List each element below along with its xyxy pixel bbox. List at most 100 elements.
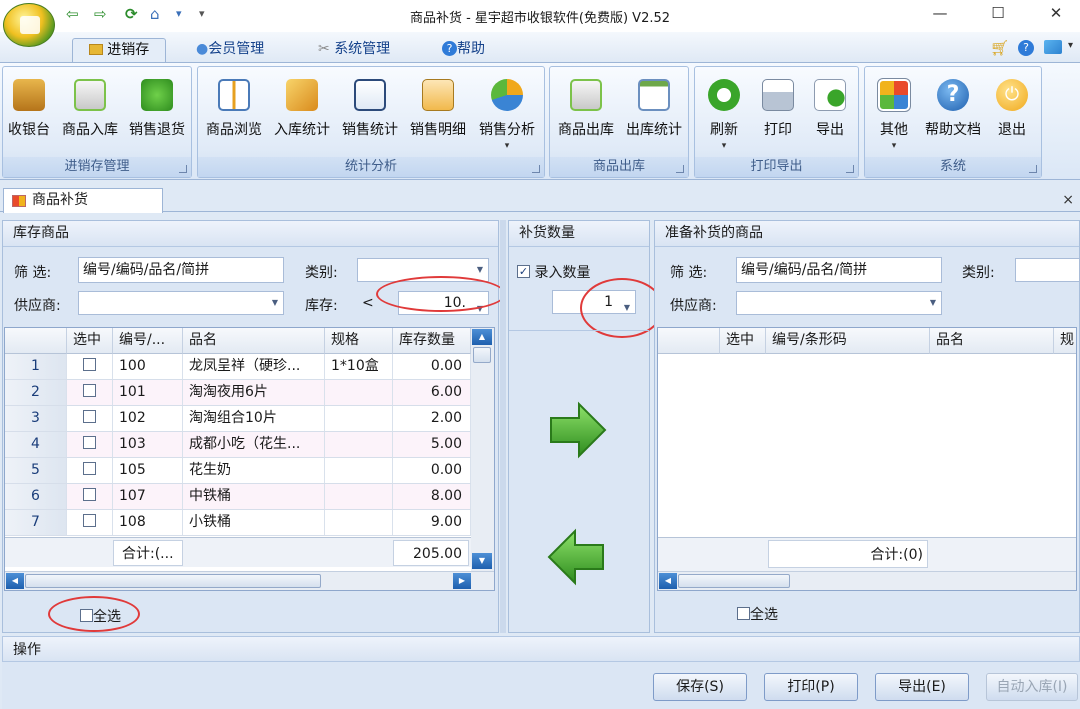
export-doc-icon (814, 79, 846, 111)
print-button[interactable]: 打印(P) (764, 673, 858, 701)
maximize-button[interactable]: ☐ (978, 4, 1018, 26)
column-header-barcode[interactable]: 编号/条形码 (766, 328, 930, 354)
column-header-spec[interactable]: 规格 (325, 328, 393, 354)
cell-code: 102 (113, 406, 183, 431)
remove-from-restock-arrow-icon[interactable] (545, 525, 609, 589)
splitter[interactable] (500, 220, 506, 633)
tab-system[interactable]: ✂ 系统管理 (312, 38, 396, 62)
sales-stats-button[interactable]: 销售统计 (338, 75, 402, 155)
row-select-checkbox[interactable] (67, 510, 113, 535)
refresh-button[interactable]: 刷新 ▾ (699, 75, 749, 155)
scroll-thumb[interactable] (25, 574, 321, 588)
table-row[interactable]: 1 100 龙凤呈祥（硬珍... 1*10盒 0.00 (5, 354, 494, 380)
dialog-launcher-icon[interactable] (532, 165, 540, 173)
scroll-left-icon[interactable]: ◀ (6, 573, 24, 589)
sales-analysis-button[interactable]: 销售分析 ▾ (474, 75, 540, 155)
group-title: 商品出库 (550, 157, 688, 177)
tab-jinxiaocun[interactable]: 进销存 (72, 38, 166, 62)
cell-name: 龙凤呈祥（硬珍... (183, 354, 325, 379)
scroll-left-icon[interactable]: ◀ (659, 573, 677, 589)
table-row[interactable]: 5 105 花生奶 0.00 (5, 458, 494, 484)
app-menu-orb-icon[interactable] (3, 3, 55, 47)
row-select-checkbox[interactable] (67, 484, 113, 509)
cell-qty: 9.00 (393, 510, 471, 535)
row-select-checkbox[interactable] (67, 354, 113, 379)
auto-stock-in-button[interactable]: 自动入库(I) (986, 673, 1078, 701)
vertical-scrollbar[interactable]: ▲ ▼ (471, 328, 494, 571)
exit-button[interactable]: ⏻ 退出 (987, 75, 1037, 155)
supplier-select[interactable]: ▼ (78, 291, 284, 315)
restock-select-all-checkbox[interactable]: 全选 (737, 604, 778, 624)
column-header-spec[interactable]: 规 (1054, 328, 1076, 354)
cell-spec (325, 380, 393, 405)
close-button[interactable]: ✕ (1036, 4, 1076, 26)
ribbon-group-inventory: 收银台 商品入库 销售退货 进销存管理 (2, 66, 192, 178)
scroll-right-icon[interactable]: ▶ (453, 573, 471, 589)
table-row[interactable]: 4 103 成都小吃（花生... 5.00 (5, 432, 494, 458)
horizontal-scrollbar[interactable]: ◀ (658, 571, 1076, 590)
table-row[interactable]: 3 102 淘淘组合10片 2.00 (5, 406, 494, 432)
scroll-down-icon[interactable]: ▼ (472, 553, 492, 569)
help-docs-button[interactable]: ? 帮助文档 (921, 75, 985, 155)
save-button[interactable]: 保存(S) (653, 673, 747, 701)
row-select-checkbox[interactable] (67, 458, 113, 483)
dialog-launcher-icon[interactable] (179, 165, 187, 173)
dialog-launcher-icon[interactable] (846, 165, 854, 173)
product-browse-button[interactable]: 商品浏览 (202, 75, 266, 155)
row-select-checkbox[interactable] (67, 380, 113, 405)
enter-qty-checkbox[interactable]: ✓ 录入数量 (517, 262, 590, 282)
column-header-code[interactable]: 编号/... (113, 328, 183, 354)
checkbox-icon (737, 607, 750, 620)
export-button[interactable]: 导出 (805, 75, 855, 155)
table-row[interactable]: 2 101 淘淘夜用6片 6.00 (5, 380, 494, 406)
column-header-qty[interactable]: 库存数量 (393, 328, 471, 354)
stock-out-button[interactable]: 商品出库 (554, 75, 618, 155)
detail-list-icon (422, 79, 454, 111)
help-circle-icon[interactable]: ? (1018, 40, 1034, 56)
table-row[interactable]: 6 107 中铁桶 8.00 (5, 484, 494, 510)
footer-total: 205.00 (393, 540, 469, 566)
minimize-button[interactable]: — (920, 4, 960, 26)
restock-filter-input[interactable]: 编号/编码/品名/简拼 (736, 257, 942, 283)
scroll-up-icon[interactable]: ▲ (472, 329, 492, 345)
column-header-name[interactable]: 品名 (183, 328, 325, 354)
checkbox-icon (83, 462, 96, 475)
stock-in-button[interactable]: 商品入库 (59, 75, 121, 155)
style-icon[interactable] (1044, 40, 1062, 54)
print-button[interactable]: 打印 (753, 75, 803, 155)
row-select-checkbox[interactable] (67, 432, 113, 457)
export-button[interactable]: 导出(E) (875, 673, 969, 701)
tab-members[interactable]: ●会员管理 (190, 38, 270, 62)
horizontal-scrollbar[interactable]: ◀ ▶ (5, 571, 494, 590)
column-header-select[interactable]: 选中 (67, 328, 113, 354)
dialog-launcher-icon[interactable] (676, 165, 684, 173)
sales-detail-button[interactable]: 销售明细 (406, 75, 470, 155)
dialog-launcher-icon[interactable] (1029, 165, 1037, 173)
column-header-name[interactable]: 品名 (930, 328, 1054, 354)
cart-icon[interactable]: 🛒︎ (990, 39, 1009, 57)
cell-code: 105 (113, 458, 183, 483)
stock-out-stats-button[interactable]: 出库统计 (622, 75, 686, 155)
column-header-select[interactable]: 选中 (720, 328, 766, 354)
restock-supplier-select[interactable]: ▼ (736, 291, 942, 315)
filter-input[interactable]: 编号/编码/品名/简拼 (78, 257, 284, 283)
scroll-thumb[interactable] (678, 574, 790, 588)
sales-return-button[interactable]: 销售退货 (125, 75, 189, 155)
options-dropdown-icon[interactable]: ▾ (1068, 40, 1073, 51)
row-select-checkbox[interactable] (67, 406, 113, 431)
tab-restock[interactable]: 商品补货 (3, 188, 163, 213)
tiles-icon (877, 78, 911, 112)
cashier-button[interactable]: 收银台 (5, 75, 53, 155)
close-tab-icon[interactable]: × (1062, 192, 1074, 208)
add-to-restock-arrow-icon[interactable] (545, 398, 609, 462)
row-number-header (5, 328, 67, 354)
contact-card-icon (354, 79, 386, 111)
other-button[interactable]: 其他 ▾ (869, 75, 919, 155)
scroll-thumb[interactable] (473, 347, 491, 363)
cell-qty: 0.00 (393, 458, 471, 483)
panel-header: 库存商品 (3, 221, 498, 247)
restock-category-select[interactable] (1015, 258, 1080, 282)
tab-help[interactable]: ? 帮助 (436, 38, 491, 62)
stock-in-stats-button[interactable]: 入库统计 (270, 75, 334, 155)
table-row[interactable]: 7 108 小铁桶 9.00 (5, 510, 494, 536)
